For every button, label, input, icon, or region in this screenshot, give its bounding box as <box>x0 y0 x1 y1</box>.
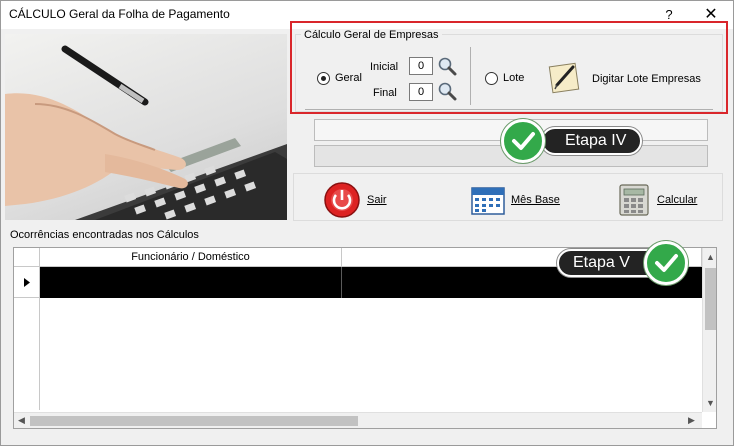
etapa-iv-label: Etapa IV <box>541 127 643 155</box>
sair-button[interactable]: Sair <box>323 181 387 219</box>
column-header-funcionario[interactable]: Funcionário / Doméstico <box>40 248 342 267</box>
sair-label: Sair <box>367 194 387 206</box>
calculator-hand-image <box>5 45 287 220</box>
row-selector[interactable] <box>14 267 40 298</box>
etapa-iv-callout: Etapa IV <box>541 127 643 155</box>
calculator-photo <box>5 34 287 220</box>
scroll-up-icon[interactable]: ▲ <box>706 252 715 262</box>
mes-base-label: Mês Base <box>511 194 560 206</box>
calcular-label: Calcular <box>657 194 698 206</box>
vertical-scrollbar[interactable]: ▲ ▼ <box>702 248 716 412</box>
mes-base-button[interactable]: Mês Base <box>471 185 560 215</box>
grid-corner <box>14 248 40 267</box>
row-column-divider <box>341 267 342 298</box>
calculator-icon <box>619 184 649 216</box>
etapa-iv-check-icon <box>501 119 545 163</box>
power-icon <box>324 182 360 218</box>
scroll-left-icon[interactable]: ◀ <box>18 415 25 426</box>
occurrences-label: Ocorrências encontradas nos Cálculos <box>10 229 199 241</box>
row-selector-column <box>14 298 40 410</box>
calendar-icon <box>471 187 505 215</box>
highlight-frame <box>290 21 728 114</box>
etapa-v-check-icon <box>644 241 688 285</box>
window-title: CÁLCULO Geral da Folha de Pagamento <box>9 7 230 21</box>
main-window: CÁLCULO Geral da Folha de Pagamento ? ✕ <box>0 0 734 446</box>
vertical-scroll-thumb[interactable] <box>705 268 716 330</box>
row-pointer-icon <box>24 278 30 287</box>
calcular-button[interactable]: Calcular <box>617 183 697 217</box>
horizontal-scrollbar[interactable]: ◀ ▶ <box>14 412 702 428</box>
horizontal-scroll-thumb[interactable] <box>30 416 358 426</box>
scroll-down-icon[interactable]: ▼ <box>706 398 715 408</box>
scroll-right-icon[interactable]: ▶ <box>688 415 695 426</box>
